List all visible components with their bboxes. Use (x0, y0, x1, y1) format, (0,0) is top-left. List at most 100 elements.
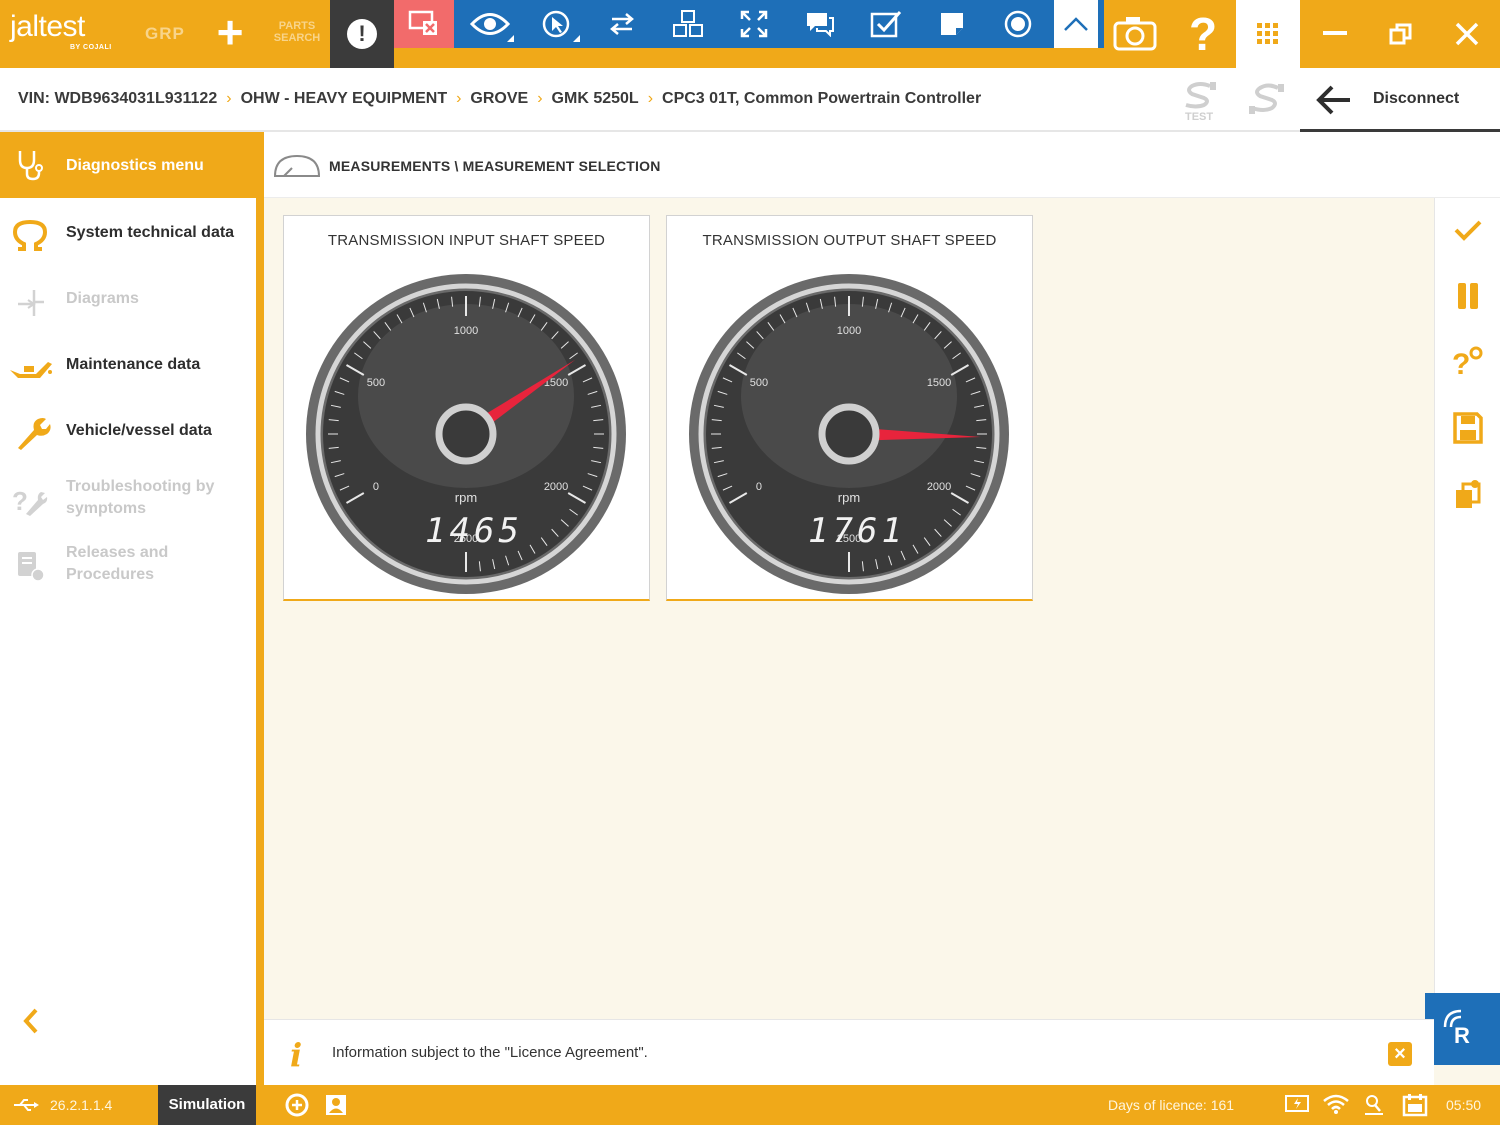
swap-arrows-icon (610, 13, 634, 35)
chevron-right-icon: › (647, 90, 654, 107)
grid-icon (1257, 23, 1278, 44)
help-button[interactable]: ? (1178, 6, 1228, 62)
confirm-button[interactable] (1449, 210, 1487, 250)
licence-days: Days of licence: 161 (1108, 1097, 1235, 1113)
page-title: MEASUREMENTS \ MEASUREMENT SELECTION (329, 158, 661, 174)
question-wrench-icon: ? (1452, 346, 1483, 380)
apps-button[interactable] (1236, 0, 1300, 68)
gauge-icon (273, 154, 321, 177)
sidebar-item-label: System technical data (66, 224, 235, 241)
battery-status[interactable] (1284, 1093, 1310, 1117)
abc-keys-icon (673, 10, 703, 37)
sidebar-item-troubleshooting: ? Troubleshooting by symptoms (0, 468, 256, 534)
question-icon: ? (1188, 8, 1218, 60)
sidebar-item-label: Maintenance data (66, 356, 201, 373)
pause-icon (1458, 283, 1478, 309)
parts-search-button[interactable]: PARTS SEARCH (268, 20, 326, 44)
top-toolbar: jaltest BY COJALI GRP + PARTS SEARCH ! ? (0, 0, 1500, 68)
add-button[interactable]: + (210, 9, 250, 56)
collapse-sidebar-button[interactable] (18, 1006, 48, 1040)
sidebar-item-maintenance-data[interactable]: Maintenance data (0, 336, 256, 396)
alerts-button[interactable]: ! (330, 0, 394, 68)
breadcrumb-model[interactable]: GMK 5250L (552, 90, 639, 107)
remote-session-toolbar (394, 0, 1104, 48)
version-number: 26.2.1.1.4 (50, 1097, 113, 1113)
input-shaft-speed-gauge: 05001000150020002500rpm1465 (306, 274, 626, 594)
disconnect-label: Disconnect (1373, 90, 1460, 107)
procedures-icon (18, 552, 45, 582)
keyboard-button[interactable] (658, 0, 718, 48)
test-mode-button[interactable]: TEST (1180, 80, 1224, 123)
remote-assistance-button[interactable]: R (1425, 993, 1500, 1065)
fullscreen-button[interactable] (724, 0, 784, 48)
save-button[interactable] (1449, 408, 1487, 448)
breadcrumb-make[interactable]: GROVE (470, 90, 528, 107)
device-status[interactable] (1362, 1093, 1388, 1117)
content-header: MEASUREMENTS \ MEASUREMENT SELECTION (264, 132, 1500, 198)
gauge-tick-label: 0 (756, 481, 762, 493)
stethoscope-icon (18, 151, 43, 181)
chevron-right-icon: › (456, 90, 462, 107)
gauge-readout: 1465 (425, 511, 523, 551)
close-session-button[interactable] (394, 0, 454, 48)
gauge-title: TRANSMISSION INPUT SHAFT SPEED (327, 232, 606, 249)
status-bar: 26.2.1.1.4 Simulation Days of licence: 1… (0, 1085, 1500, 1125)
view-button[interactable] (460, 0, 520, 48)
pointer-button[interactable] (526, 0, 586, 48)
restore-button[interactable] (1368, 0, 1434, 68)
breadcrumb-system[interactable]: CPC3 01T, Common Powertrain Controller (662, 90, 981, 107)
breadcrumb-bar: VIN: WDB9634031L931122 › OHW - HEAVY EQUIP… (0, 68, 1500, 132)
notes-button[interactable] (922, 0, 982, 48)
switch-button[interactable] (592, 0, 652, 48)
minimize-button[interactable] (1302, 0, 1368, 68)
screenshot-button[interactable] (1112, 12, 1162, 56)
gauge-card-input-shaft[interactable]: TRANSMISSION INPUT SHAFT SPEED 0 500 1000 1… (283, 215, 650, 601)
diagnostics-menu-label: Diagnostics menu (66, 157, 204, 174)
simulation-badge: Simulation (158, 1085, 256, 1125)
system-scan-button[interactable] (1246, 80, 1290, 122)
close-window-button[interactable] (1434, 0, 1500, 68)
sync-button[interactable] (284, 1093, 310, 1117)
chat-icon (807, 13, 834, 37)
chevron-left-icon (23, 1008, 38, 1034)
diagnostics-menu-header[interactable]: Diagnostics menu (0, 132, 264, 198)
chat-button[interactable] (790, 0, 850, 48)
svg-text:?: ? (12, 486, 28, 516)
user-icon (326, 1095, 346, 1115)
test-label: TEST (1185, 111, 1213, 122)
calendar-button[interactable] (1402, 1093, 1428, 1117)
troubleshoot-icon: ? (12, 486, 48, 516)
expand-icon (740, 10, 768, 38)
tasks-button[interactable] (856, 0, 916, 48)
chevron-right-icon: › (226, 90, 232, 107)
info-message: Information subject to the "Licence Agre… (332, 1044, 648, 1061)
sidebar-item-vehicle-vessel-data[interactable]: Vehicle/vessel data (0, 402, 256, 462)
note-icon (941, 13, 963, 35)
wifi-status[interactable] (1322, 1093, 1349, 1117)
pause-button[interactable] (1449, 276, 1487, 316)
sidebar-item-system-technical-data[interactable]: System technical data (0, 204, 256, 264)
user-button[interactable] (324, 1093, 350, 1117)
grp-button[interactable]: GRP (145, 24, 185, 44)
breadcrumb-vin[interactable]: VIN: WDB9634031L931122 (18, 90, 217, 107)
breadcrumb-category[interactable]: OHW - HEAVY EQUIPMENT (241, 90, 448, 107)
export-button[interactable] (1449, 474, 1487, 514)
close-info-button[interactable]: × (1388, 1042, 1412, 1066)
gauge-title: TRANSMISSION OUTPUT SHAFT SPEED (702, 232, 997, 249)
remote-r-icon: R (1443, 1009, 1470, 1048)
record-button[interactable] (988, 0, 1048, 48)
sync-icon (285, 1093, 309, 1117)
gauge-card-output-shaft[interactable]: TRANSMISSION OUTPUT SHAFT SPEED 0 500 1000… (666, 215, 1033, 601)
help-measurement-button[interactable]: ? (1449, 342, 1487, 382)
logo-text: jaltest (10, 10, 85, 43)
info-bar: i Information subject to the "Licence Ag… (264, 1019, 1434, 1085)
battery-icon (1285, 1095, 1309, 1112)
remote-label: R (1454, 1023, 1470, 1048)
disconnect-button[interactable]: Disconnect (1300, 68, 1500, 132)
gauge-unit: rpm (838, 490, 860, 505)
gauge-tick-label: 0 (373, 481, 379, 493)
gauge-tick-label: 500 (367, 377, 385, 389)
collapse-toolbar-button[interactable] (1054, 0, 1098, 48)
gauge-tick-label: 1000 (837, 325, 861, 337)
action-rail: ? (1434, 198, 1500, 993)
